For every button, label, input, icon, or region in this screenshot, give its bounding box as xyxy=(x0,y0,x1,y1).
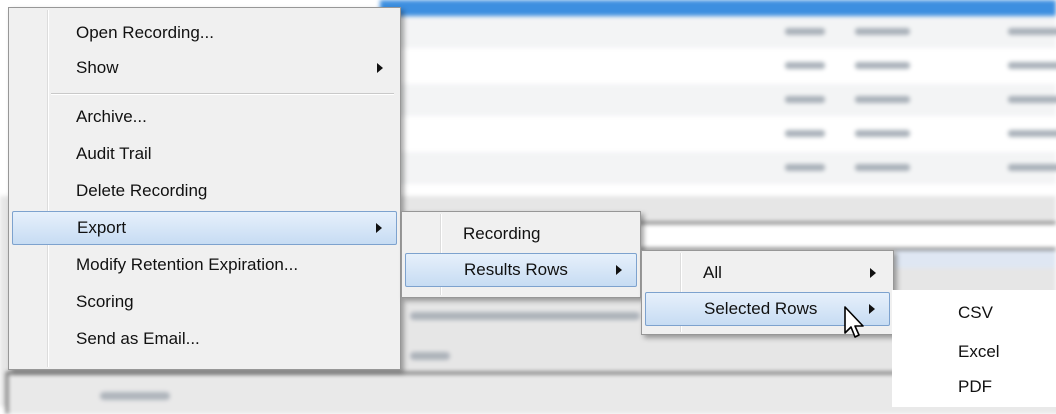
menu-item-archive[interactable]: Archive... xyxy=(12,100,397,134)
menu-item-label: Scoring xyxy=(76,292,134,311)
menu-item-open-recording[interactable]: Open Recording... xyxy=(12,16,397,50)
menu-item-all[interactable]: All xyxy=(645,256,890,290)
table-row[interactable] xyxy=(380,118,1056,150)
menu-item-label: Archive... xyxy=(76,107,147,126)
menu-item-delete-recording[interactable]: Delete Recording xyxy=(12,174,397,208)
export-submenu: Recording Results Rows xyxy=(401,211,641,298)
menu-item-label: Results Rows xyxy=(464,260,568,279)
menu-item-label: Delete Recording xyxy=(76,181,208,200)
menu-item-csv[interactable]: CSV xyxy=(958,303,993,323)
blurred-detail-text xyxy=(410,312,640,320)
submenu-arrow-icon xyxy=(377,63,383,73)
table-row[interactable] xyxy=(380,84,1056,116)
menu-item-results-rows[interactable]: Results Rows xyxy=(405,253,637,287)
menu-item-recording[interactable]: Recording xyxy=(405,217,637,251)
menu-item-label: Modify Retention Expiration... xyxy=(76,255,299,274)
menu-item-pdf[interactable]: PDF xyxy=(958,377,992,397)
submenu-arrow-icon xyxy=(869,304,875,314)
menu-item-audit-trail[interactable]: Audit Trail xyxy=(12,137,397,171)
menu-item-scoring[interactable]: Scoring xyxy=(12,285,397,319)
menu-item-label: All xyxy=(703,263,722,282)
panel-divider xyxy=(640,222,1056,250)
table-row[interactable] xyxy=(380,16,1056,48)
menu-item-modify-retention-expiration[interactable]: Modify Retention Expiration... xyxy=(12,248,397,282)
submenu-arrow-icon xyxy=(376,223,382,233)
menu-item-label: Send as Email... xyxy=(76,329,200,348)
menu-item-label: Recording xyxy=(463,224,541,243)
selected-rows-submenu: CSV Excel PDF xyxy=(892,290,1056,407)
panel-header xyxy=(895,250,1056,268)
mouse-cursor-icon xyxy=(844,306,864,338)
menu-item-excel[interactable]: Excel xyxy=(958,342,1000,362)
menu-item-export[interactable]: Export xyxy=(12,211,397,245)
submenu-arrow-icon xyxy=(616,265,622,275)
menu-item-label: Export xyxy=(77,218,127,237)
context-menu: Open Recording... Show Archive... Audit … xyxy=(8,7,401,370)
menu-separator xyxy=(51,93,394,95)
submenu-arrow-icon xyxy=(870,268,876,278)
blurred-detail-text xyxy=(100,392,170,400)
table-row[interactable] xyxy=(380,152,1056,184)
menu-item-label: Selected Rows xyxy=(704,299,818,318)
results-grid-header xyxy=(380,0,1056,16)
menu-item-label: Open Recording... xyxy=(76,23,214,42)
menu-item-label: Show xyxy=(76,58,119,77)
blurred-detail-text xyxy=(410,352,450,360)
table-row[interactable] xyxy=(380,50,1056,82)
menu-item-show[interactable]: Show xyxy=(12,51,397,85)
menu-item-send-as-email[interactable]: Send as Email... xyxy=(12,322,397,356)
menu-item-label: Audit Trail xyxy=(76,144,152,163)
